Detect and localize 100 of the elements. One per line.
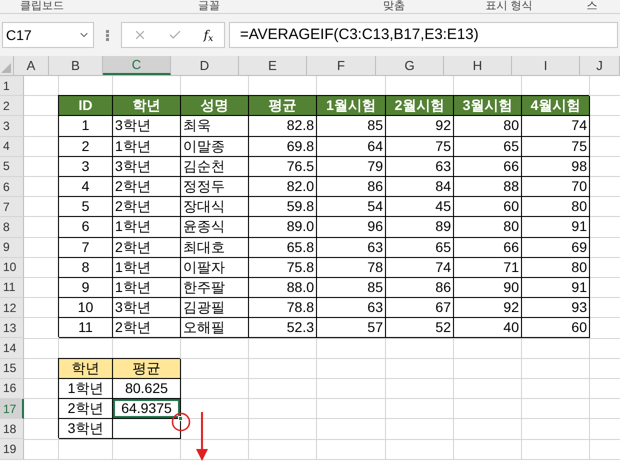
table-cell: 김순천	[181, 156, 249, 177]
column-header[interactable]: E	[239, 56, 307, 75]
header-cell: 학년	[113, 96, 181, 116]
table-cell: 84	[386, 176, 454, 198]
table-cell: 75	[522, 136, 590, 157]
header-cell: 2월시험	[386, 96, 454, 116]
table-cell: 3학년	[113, 116, 181, 137]
table-cell: 98	[522, 156, 590, 177]
table-cell: 한주팔	[181, 278, 249, 298]
table-cell: 92	[386, 116, 454, 137]
table-cell: 3학년	[59, 419, 113, 440]
table-cell: 장대식	[181, 197, 249, 218]
row-header[interactable]: 15	[0, 358, 24, 379]
column-header[interactable]: J	[580, 56, 620, 75]
table-cell: 63	[317, 238, 386, 258]
table-cell: 79	[317, 156, 386, 177]
table-cell: 52	[386, 318, 454, 338]
table-cell: 2학년	[113, 197, 181, 218]
column-header[interactable]: H	[444, 56, 512, 75]
table-cell: 64	[317, 136, 386, 157]
ribbon-group-label: 클립보드	[20, 0, 64, 13]
table-cell: 78	[317, 258, 386, 278]
table-cell: 이팔자	[181, 258, 249, 278]
name-box[interactable]: C17	[2, 22, 94, 48]
table-cell: 85	[317, 116, 386, 137]
table-cell: 김광필	[181, 298, 249, 318]
row-header[interactable]: 9	[0, 238, 24, 258]
table-cell: 74	[522, 116, 590, 137]
table-cell: 54	[317, 197, 386, 218]
ribbon-group-label: 표시 형식	[485, 0, 533, 13]
row-header[interactable]: 5	[0, 156, 24, 177]
table-cell: 10	[59, 298, 113, 318]
table-cell: 80	[454, 116, 522, 137]
table-cell: 82.0	[249, 176, 317, 198]
column-header[interactable]: F	[307, 56, 376, 75]
header-cell: 1월시험	[317, 96, 386, 116]
ribbon-group-label: 스	[586, 0, 598, 13]
table-cell: 90	[454, 278, 522, 298]
table-cell: 91	[522, 278, 590, 298]
table-cell: 2학년	[59, 399, 113, 420]
row-header[interactable]: 11	[0, 278, 24, 298]
table-cell: 65	[386, 238, 454, 258]
fill-handle[interactable]	[178, 416, 183, 422]
table-cell: 52.3	[249, 318, 317, 338]
table-cell: 정정두	[181, 176, 249, 198]
table-cell: 93	[522, 298, 590, 318]
header-cell: 학년	[59, 358, 113, 379]
table-cell: 63	[386, 156, 454, 177]
column-header[interactable]: I	[512, 56, 580, 75]
table-cell: 64.9375	[113, 399, 181, 420]
row-header[interactable]: 6	[0, 176, 24, 198]
column-header[interactable]: A	[14, 56, 49, 75]
table-cell: 1학년	[59, 378, 113, 399]
header-cell: 평균	[113, 358, 181, 379]
table-cell: 1학년	[113, 278, 181, 298]
row-header[interactable]: 19	[0, 439, 24, 460]
table-cell: 2	[59, 136, 113, 157]
row-header[interactable]: 18	[0, 419, 24, 440]
table-cell: 66	[454, 238, 522, 258]
row-header[interactable]: 2	[0, 96, 24, 116]
table-cell: 89.0	[249, 217, 317, 238]
table-cell: 최욱	[181, 116, 249, 137]
table-cell: 3학년	[113, 156, 181, 177]
row-header[interactable]: 7	[0, 197, 24, 218]
table-cell: 91	[522, 217, 590, 238]
table-cell: 63	[317, 298, 386, 318]
column-header[interactable]: C	[103, 56, 171, 75]
row-header[interactable]: 1	[0, 76, 24, 96]
row-header[interactable]: 14	[0, 338, 24, 359]
table-cell: 2학년	[113, 238, 181, 258]
row-header[interactable]: 16	[0, 378, 24, 399]
table-cell: 2학년	[113, 318, 181, 338]
table-cell: 1	[59, 116, 113, 137]
table-cell: 75	[386, 136, 454, 157]
column-header[interactable]: D	[171, 56, 239, 75]
drag-handle-icon[interactable]	[106, 30, 109, 40]
row-header[interactable]: 4	[0, 136, 24, 157]
column-header[interactable]: G	[376, 56, 444, 75]
table-cell: 57	[317, 318, 386, 338]
table-cell: 65	[454, 136, 522, 157]
table-cell: 40	[454, 318, 522, 338]
formula-field[interactable]: =AVERAGEIF(C3:C13,B17,E3:E13)	[229, 22, 618, 48]
row-header[interactable]: 10	[0, 258, 24, 278]
annotation-circle	[172, 412, 190, 432]
insert-function-button[interactable]: f$_{x}$	[204, 26, 214, 44]
row-header[interactable]: 13	[0, 318, 24, 338]
table-cell: 82.8	[249, 116, 317, 137]
row-header[interactable]: 17	[0, 399, 24, 420]
table-cell: 85	[317, 278, 386, 298]
ribbon-group-label: 글꼴	[198, 0, 220, 13]
table-cell: 74	[386, 258, 454, 278]
row-header[interactable]: 3	[0, 116, 24, 137]
table-cell: 76.5	[249, 156, 317, 177]
table-cell: 최대호	[181, 238, 249, 258]
header-cell: 성명	[181, 96, 249, 116]
table-cell: 7	[59, 238, 113, 258]
table-cell: 66	[454, 156, 522, 177]
row-header[interactable]: 8	[0, 217, 24, 238]
row-header[interactable]: 12	[0, 298, 24, 318]
table-cell: 89	[386, 217, 454, 238]
